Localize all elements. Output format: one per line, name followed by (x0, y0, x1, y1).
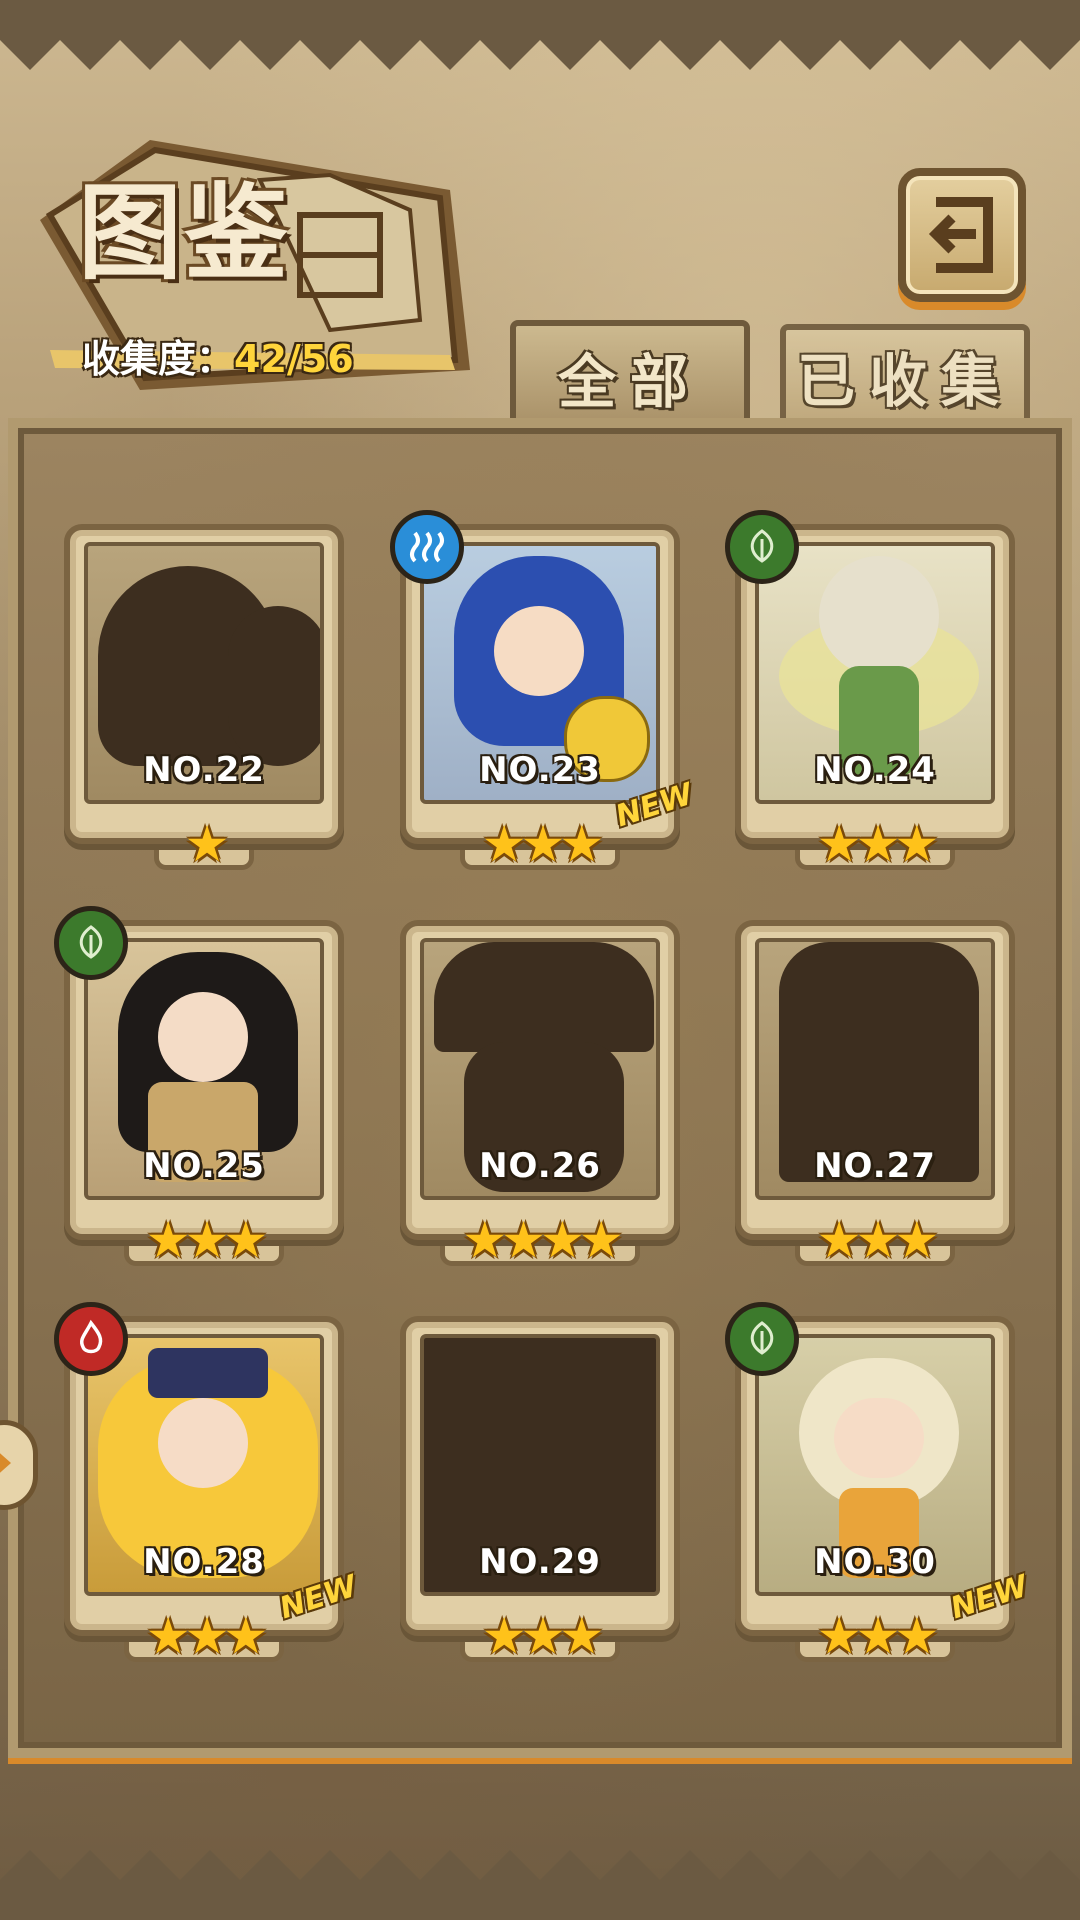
water-element-icon (390, 510, 464, 584)
collection-value: 42/56 (234, 337, 354, 381)
star-rating: ★★★★ (462, 1211, 623, 1269)
fire-element-icon (54, 1302, 128, 1376)
tab-collected-label: 已收集 (796, 347, 1013, 415)
leaf-element-icon (725, 510, 799, 584)
collection-progress: 收集度：42/56 (82, 328, 354, 383)
card-no-27[interactable]: NO.27 ★★★ (735, 920, 1025, 1269)
card-no-28[interactable]: NO.28 ★★★ NEW (54, 1302, 361, 1665)
card-no-29[interactable]: NO.29 ★★★ (400, 1316, 690, 1665)
star-rating: ★ (184, 815, 230, 873)
card-number: NO.25 (143, 1146, 265, 1186)
card-no-25[interactable]: NO.25 ★★★ (54, 906, 354, 1269)
tab-all-label: 全部 (557, 348, 702, 416)
return-icon (928, 197, 993, 273)
collection-label: 收集度： (82, 337, 235, 381)
card-no-26[interactable]: NO.26 ★★★★ (400, 920, 690, 1269)
card-number: NO.27 (814, 1146, 936, 1186)
star-rating: ★★★ (145, 1211, 268, 1269)
tab-all[interactable]: 全部 (510, 320, 750, 428)
card-number: NO.29 (479, 1542, 601, 1582)
star-rating: ★★★ (816, 815, 939, 873)
tab-collected[interactable]: 已收集 (780, 324, 1030, 422)
star-rating: ★★★ (816, 1211, 939, 1269)
top-border (0, 0, 1080, 70)
star-rating: ★★★ (481, 1607, 604, 1665)
card-no-30[interactable]: NO.30 ★★★ NEW (725, 1302, 1032, 1665)
back-button[interactable] (898, 168, 1026, 302)
card-number: NO.23 (479, 750, 601, 790)
card-number: NO.26 (479, 1146, 601, 1186)
page-title: 图鉴 (78, 171, 291, 294)
card-no-22[interactable]: NO.22 ★ (64, 524, 354, 873)
leaf-element-icon (725, 1302, 799, 1376)
card-number: NO.30 (814, 1542, 936, 1582)
card-number: NO.28 (143, 1542, 265, 1582)
bottom-border (0, 1850, 1080, 1920)
card-no-24[interactable]: NO.24 ★★★ (725, 510, 1025, 873)
leaf-element-icon (54, 906, 128, 980)
card-number: NO.22 (143, 750, 265, 790)
card-number: NO.24 (814, 750, 936, 790)
card-no-23[interactable]: NO.23 ★★★ NEW (390, 510, 697, 873)
